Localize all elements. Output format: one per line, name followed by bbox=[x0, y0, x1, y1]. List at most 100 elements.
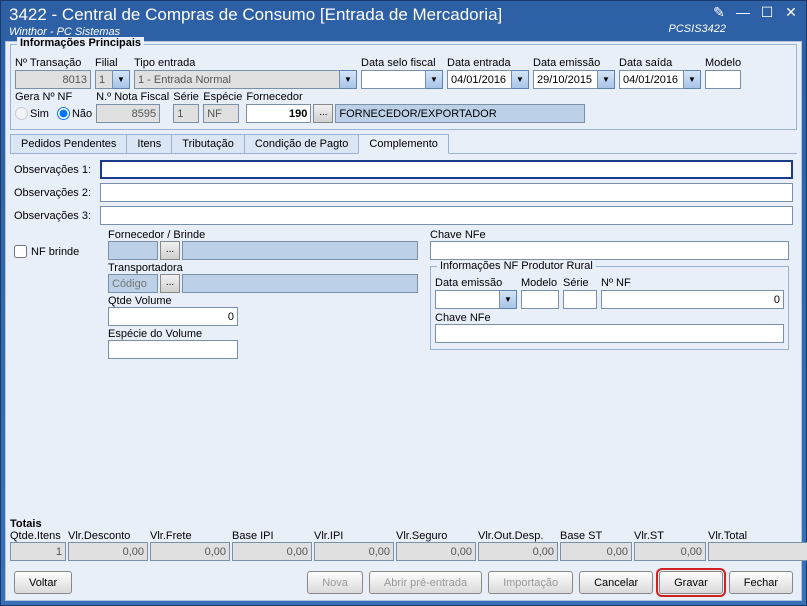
especie-input bbox=[203, 104, 239, 123]
tab-complemento[interactable]: Complemento bbox=[358, 134, 448, 154]
filial-input bbox=[95, 70, 113, 89]
base-st-label: Base ST bbox=[560, 530, 632, 542]
fornecedor-brinde-label: Fornecedor / Brinde bbox=[108, 229, 418, 241]
seguro-label: Vlr.Seguro bbox=[396, 530, 476, 542]
chave-nfe-input[interactable] bbox=[430, 241, 789, 260]
obs2-label: Observações 2: bbox=[14, 187, 96, 199]
modelo-input[interactable] bbox=[705, 70, 741, 89]
abrir-pre-entrada-button: Abrir pré-entrada bbox=[369, 571, 482, 594]
gera-nf-sim-radio bbox=[15, 107, 28, 120]
data-selo-dropdown-icon[interactable]: ▼ bbox=[426, 70, 443, 89]
content-area: Informações Principais Nº Transação Fili… bbox=[5, 41, 802, 601]
data-emissao-dropdown-icon[interactable]: ▼ bbox=[598, 70, 615, 89]
brinde-browse-button[interactable]: ... bbox=[160, 241, 180, 260]
window-code: PCSIS3422 bbox=[669, 23, 726, 35]
data-saida-label: Data saída bbox=[619, 57, 701, 69]
rural-chave-input[interactable] bbox=[435, 324, 784, 343]
serie-input bbox=[173, 104, 199, 123]
fornecedor-browse-button[interactable]: ... bbox=[313, 104, 333, 123]
transp-browse-button[interactable]: ... bbox=[160, 274, 180, 293]
tab-tributacao[interactable]: Tributação bbox=[171, 134, 245, 153]
serie-label: Série bbox=[173, 91, 199, 103]
titlebar: 3422 - Central de Compras de Consumo [En… bbox=[1, 1, 806, 41]
rural-emissao-label: Data emissão bbox=[435, 277, 517, 289]
total-label: Vlr.Total bbox=[708, 530, 807, 542]
data-entrada-dropdown-icon[interactable]: ▼ bbox=[512, 70, 529, 89]
rural-emissao-dropdown-icon[interactable]: ▼ bbox=[500, 290, 517, 309]
qtde-volume-input[interactable] bbox=[108, 307, 238, 326]
qtde-volume-label: Qtde Volume bbox=[108, 295, 418, 307]
qtde-itens-input bbox=[10, 542, 66, 561]
maximize-icon[interactable]: ☐ bbox=[758, 5, 776, 21]
base-ipi-label: Base IPI bbox=[232, 530, 312, 542]
gravar-button[interactable]: Gravar bbox=[659, 571, 723, 594]
minimize-icon[interactable]: — bbox=[734, 5, 752, 21]
rural-serie-input[interactable] bbox=[563, 290, 597, 309]
filial-label: Filial bbox=[95, 57, 130, 69]
total-input bbox=[708, 542, 807, 561]
filial-dropdown-icon[interactable]: ▼ bbox=[113, 70, 130, 89]
base-ipi-input bbox=[232, 542, 312, 561]
data-selo-label: Data selo fiscal bbox=[361, 57, 443, 69]
rural-legend: Informações NF Produtor Rural bbox=[437, 260, 596, 272]
base-st-input bbox=[560, 542, 632, 561]
tipo-entrada-dropdown-icon[interactable]: ▼ bbox=[340, 70, 357, 89]
data-entrada-input[interactable] bbox=[447, 70, 512, 89]
nf-brinde-label: NF brinde bbox=[31, 246, 79, 258]
cancelar-button[interactable]: Cancelar bbox=[579, 571, 653, 594]
especie-label: Espécie bbox=[203, 91, 242, 103]
tipo-entrada-label: Tipo entrada bbox=[134, 57, 357, 69]
fechar-button[interactable]: Fechar bbox=[729, 571, 793, 594]
frete-label: Vlr.Frete bbox=[150, 530, 230, 542]
data-selo-input[interactable] bbox=[361, 70, 426, 89]
button-bar: Voltar Nova Abrir pré-entrada Importação… bbox=[10, 569, 797, 598]
fornecedor-label: Fornecedor bbox=[246, 91, 585, 103]
data-emissao-label: Data emissão bbox=[533, 57, 615, 69]
transp-name-input bbox=[182, 274, 418, 293]
chave-nfe-label: Chave NFe bbox=[430, 229, 789, 241]
data-saida-input[interactable] bbox=[619, 70, 684, 89]
out-desp-label: Vlr.Out.Desp. bbox=[478, 530, 558, 542]
edit-icon[interactable]: ✎ bbox=[710, 5, 728, 21]
nao-label: Não bbox=[72, 108, 92, 120]
tab-condicao-pagto[interactable]: Condição de Pagto bbox=[244, 134, 360, 153]
obs1-input[interactable] bbox=[100, 160, 793, 179]
rural-serie-label: Série bbox=[563, 277, 597, 289]
nova-button: Nova bbox=[307, 571, 363, 594]
qtde-itens-label: Qtde.Itens bbox=[10, 530, 66, 542]
main-info-fieldset: Informações Principais Nº Transação Fili… bbox=[10, 44, 797, 130]
window-controls: ✎ — ☐ ✕ bbox=[710, 5, 800, 21]
rural-emissao-input[interactable] bbox=[435, 290, 500, 309]
data-entrada-label: Data entrada bbox=[447, 57, 529, 69]
data-saida-dropdown-icon[interactable]: ▼ bbox=[684, 70, 701, 89]
tab-itens[interactable]: Itens bbox=[126, 134, 172, 153]
fornecedor-name-input[interactable] bbox=[335, 104, 585, 123]
tab-pedidos-pendentes[interactable]: Pedidos Pendentes bbox=[10, 134, 127, 153]
especie-volume-label: Espécie do Volume bbox=[108, 328, 418, 340]
transacao-label: Nº Transação bbox=[15, 57, 91, 69]
rural-nf-input[interactable] bbox=[601, 290, 784, 309]
nota-fiscal-input bbox=[96, 104, 160, 123]
complemento-panel: Observações 1: Observações 2: Observaçõe… bbox=[10, 154, 797, 518]
fornecedor-code-input[interactable] bbox=[246, 104, 311, 123]
brinde-code-input bbox=[108, 241, 158, 260]
voltar-button[interactable]: Voltar bbox=[14, 571, 72, 594]
tab-bar: Pedidos Pendentes Itens Tributação Condi… bbox=[10, 134, 797, 154]
nf-brinde-checkbox[interactable] bbox=[14, 245, 27, 258]
gera-nf-nao-radio[interactable] bbox=[57, 107, 70, 120]
rural-modelo-input[interactable] bbox=[521, 290, 559, 309]
window-title: 3422 - Central de Compras de Consumo [En… bbox=[9, 5, 798, 25]
gera-nf-label: Gera Nº NF bbox=[15, 91, 92, 103]
obs2-input[interactable] bbox=[100, 183, 793, 202]
data-emissao-input[interactable] bbox=[533, 70, 598, 89]
tipo-entrada-input bbox=[134, 70, 340, 89]
obs3-label: Observações 3: bbox=[14, 210, 96, 222]
main-info-legend: Informações Principais bbox=[17, 37, 144, 49]
st-label: Vlr.ST bbox=[634, 530, 706, 542]
especie-volume-input[interactable] bbox=[108, 340, 238, 359]
seguro-input bbox=[396, 542, 476, 561]
close-icon[interactable]: ✕ bbox=[782, 5, 800, 21]
transp-code-input bbox=[108, 274, 158, 293]
obs3-input[interactable] bbox=[100, 206, 793, 225]
transacao-input bbox=[15, 70, 91, 89]
